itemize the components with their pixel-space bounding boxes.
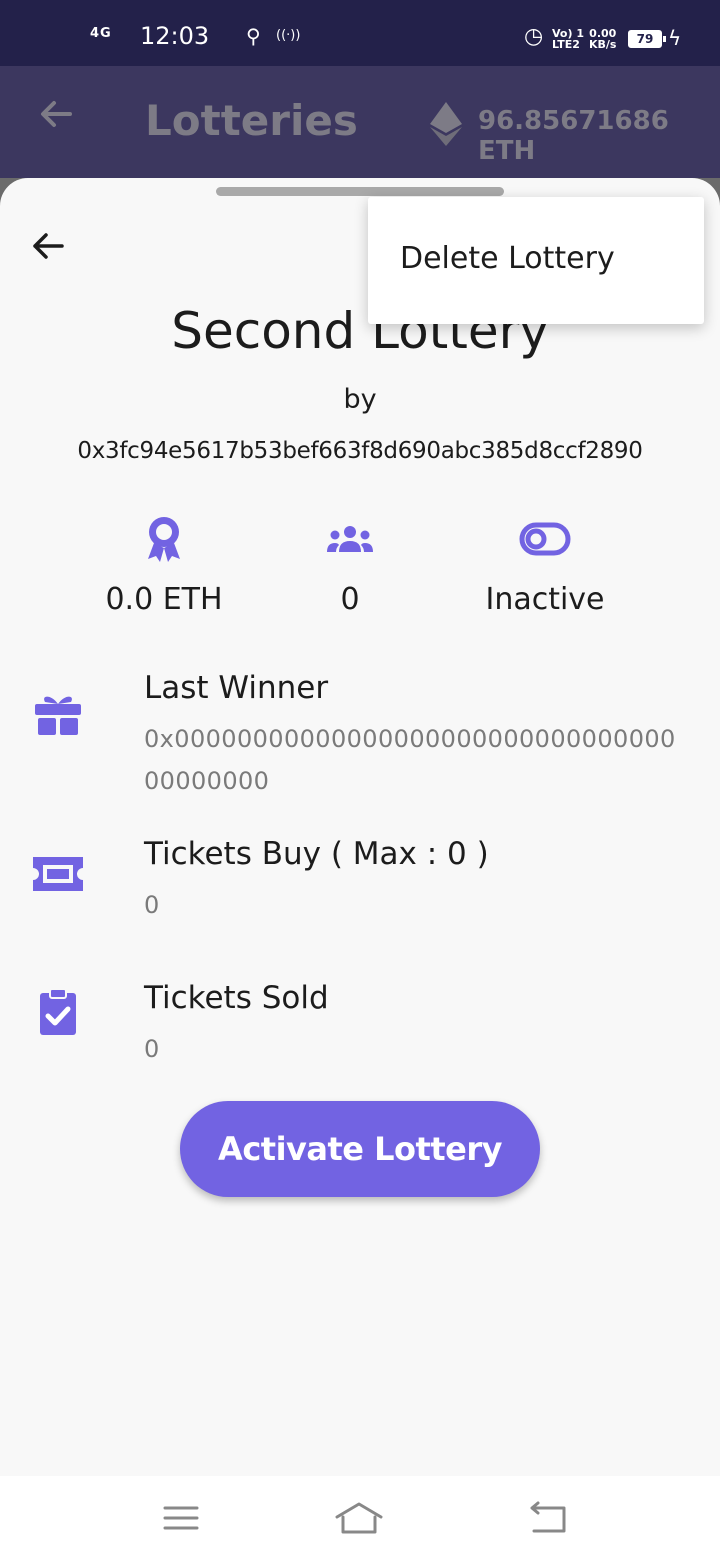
toggle-off-icon	[519, 522, 571, 556]
usb-icon: ⚲	[246, 24, 261, 48]
status-stat: Inactive	[445, 514, 645, 617]
menu-icon[interactable]	[156, 1500, 206, 1536]
delete-lottery-menu-item[interactable]: Delete Lottery	[400, 241, 615, 276]
hotspot-icon: ((·))	[276, 28, 301, 43]
players-stat: 0	[250, 514, 450, 617]
home-icon[interactable]	[334, 1500, 384, 1536]
tickets-sold-label: Tickets Sold	[144, 980, 329, 1016]
last-winner-address: 0x00000000000000000000000000000000000000…	[144, 725, 676, 795]
system-nav-bar	[0, 1476, 720, 1560]
network-speed: 0.00 KB/s	[589, 27, 617, 51]
players-value: 0	[340, 582, 360, 617]
app-bar-title: Lotteries	[145, 96, 358, 145]
back-icon[interactable]	[524, 1500, 574, 1536]
status-bar: 4G 12:03 ⚲ ((·)) ◷ Vo) 1 LTE2 0.00 KB/s …	[0, 0, 720, 66]
tickets-sold-value: 0	[144, 1035, 160, 1063]
activate-lottery-button[interactable]: Activate Lottery	[180, 1101, 540, 1197]
clipboard-check-icon	[40, 988, 76, 1035]
tickets-buy-value: 0	[144, 891, 160, 919]
gift-icon	[35, 696, 81, 735]
back-arrow-icon[interactable]	[28, 226, 68, 266]
award-icon	[148, 517, 180, 562]
overflow-popup-menu: Delete Lottery	[368, 197, 704, 324]
prize-value: 0.0 ETH	[105, 582, 223, 617]
drag-handle[interactable]	[216, 187, 504, 196]
status-value: Inactive	[485, 582, 605, 617]
eth-balance: 96.85671686 ETH	[478, 106, 669, 166]
prize-stat: 0.0 ETH	[64, 514, 264, 617]
lottery-detail-sheet: Second Lottery by 0x3fc94e5617b53bef663f…	[0, 178, 720, 1476]
alarm-icon: ◷	[524, 24, 544, 49]
network-signal-icon: 4G	[90, 26, 112, 41]
volte-indicator: Vo) 1 LTE2	[552, 27, 584, 51]
by-label: by	[343, 384, 377, 415]
back-arrow-icon[interactable]	[36, 94, 76, 134]
owner-address: 0x3fc94e5617b53bef663f8d690abc385d8ccf28…	[77, 438, 643, 464]
ethereum-icon	[430, 102, 462, 146]
ticket-icon	[33, 857, 83, 891]
people-icon	[327, 526, 373, 552]
status-time: 12:03	[140, 22, 210, 50]
app-bar: Lotteries 96.85671686 ETH	[0, 66, 720, 178]
last-winner-label: Last Winner	[144, 670, 329, 706]
battery-icon: 79	[628, 30, 666, 48]
tickets-buy-label: Tickets Buy ( Max : 0 )	[144, 836, 489, 872]
charging-icon: ϟ	[668, 26, 682, 50]
